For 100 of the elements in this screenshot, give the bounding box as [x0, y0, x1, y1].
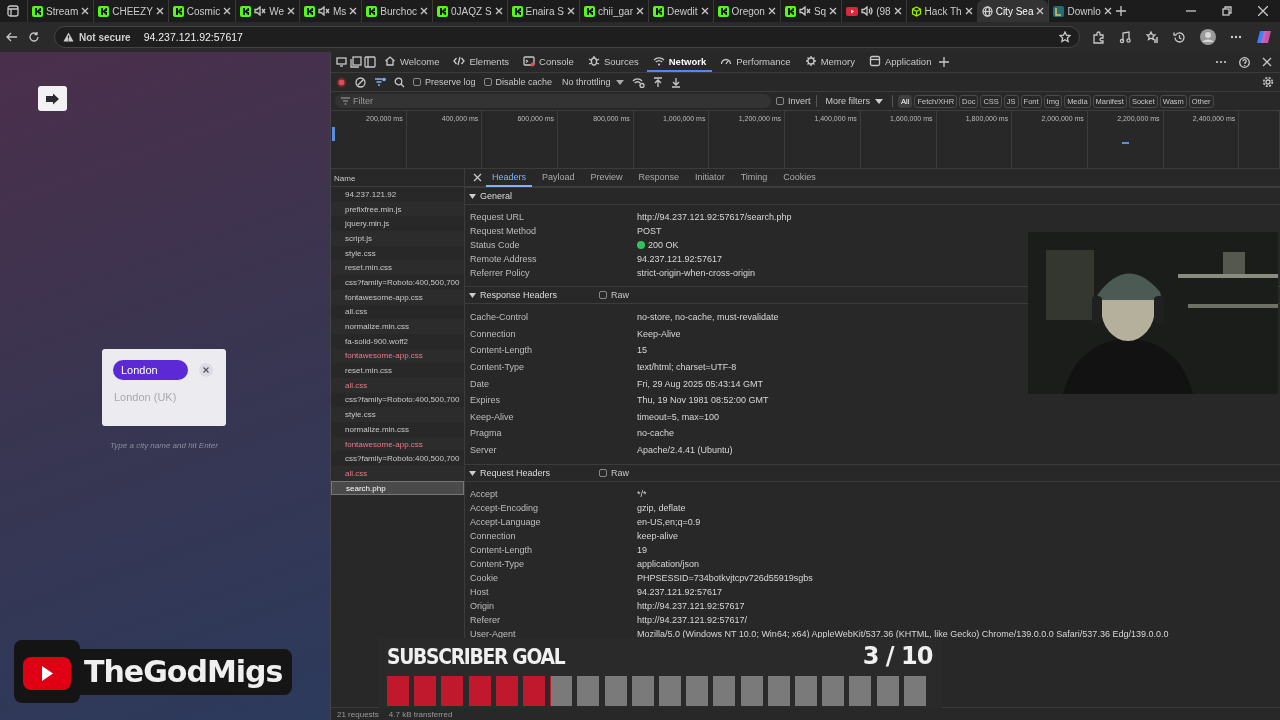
detail-tab[interactable]: Timing: [734, 168, 774, 187]
close-icon[interactable]: [700, 7, 709, 15]
tab-actions-icon[interactable]: [7, 5, 19, 17]
filter-icon[interactable]: [374, 76, 386, 88]
close-icon[interactable]: [223, 7, 232, 15]
more-icon[interactable]: [1215, 60, 1227, 64]
favorites-icon[interactable]: [1146, 30, 1159, 44]
request-row[interactable]: fontawesome-app.css: [331, 436, 464, 452]
section-title[interactable]: Response Headers: [480, 290, 595, 300]
clear-button[interactable]: [199, 363, 213, 377]
add-tab-icon[interactable]: [939, 57, 950, 67]
download-icon[interactable]: [670, 76, 681, 88]
restore-icon[interactable]: [1222, 6, 1232, 16]
detail-tab[interactable]: Payload: [536, 168, 581, 187]
settings-icon[interactable]: [1262, 76, 1274, 88]
section-header[interactable]: General: [465, 187, 1280, 205]
clear-icon[interactable]: [355, 76, 366, 88]
detail-tab[interactable]: Initiator: [689, 168, 731, 187]
column-header[interactable]: Name: [331, 170, 464, 187]
logout-button[interactable]: [38, 86, 67, 111]
more-filters-dropdown[interactable]: More filters: [821, 96, 888, 106]
star-icon[interactable]: [1059, 31, 1071, 43]
request-row[interactable]: css?family=Roboto:400,500,700: [331, 275, 464, 290]
record-icon[interactable]: [336, 76, 347, 88]
back-icon[interactable]: [6, 31, 18, 43]
devtools-tab[interactable]: Network: [646, 52, 713, 72]
devtools-tab[interactable]: Welcome: [378, 52, 446, 72]
request-row[interactable]: prefixfree.min.js: [331, 201, 464, 217]
close-icon[interactable]: [566, 7, 575, 15]
city-tag[interactable]: London: [113, 360, 188, 380]
device-icon[interactable]: [336, 56, 348, 68]
close-icon[interactable]: [829, 7, 838, 15]
detail-tab[interactable]: Preview: [584, 168, 629, 187]
close-icon[interactable]: [964, 7, 973, 15]
request-row[interactable]: reset.min.css: [331, 363, 464, 378]
checkbox-label[interactable]: Preserve log: [425, 77, 476, 87]
music-icon[interactable]: [1119, 30, 1132, 44]
close-icon[interactable]: [81, 7, 90, 15]
devtools-tab[interactable]: Application: [862, 52, 938, 72]
close-icon[interactable]: [1036, 7, 1045, 15]
request-row[interactable]: fa-solid-900.woff2: [331, 333, 464, 349]
new-tab-icon[interactable]: [1115, 6, 1126, 16]
request-row[interactable]: all.css: [331, 377, 464, 393]
checkbox[interactable]: [599, 291, 607, 299]
checkbox-label[interactable]: Invert: [788, 96, 811, 106]
request-row[interactable]: css?family=Roboto:400,500,700: [331, 392, 464, 408]
checkbox[interactable]: [776, 97, 784, 105]
devtools-tab[interactable]: Memory: [798, 52, 861, 72]
checkbox[interactable]: [483, 78, 492, 86]
more-icon[interactable]: [1230, 35, 1242, 39]
section-header[interactable]: Request Headers Raw: [465, 464, 1280, 483]
close-icon[interactable]: [349, 7, 358, 15]
request-row[interactable]: all.css: [331, 304, 464, 320]
speaker-muted-icon[interactable]: [317, 6, 330, 16]
request-row[interactable]: all.css: [331, 466, 464, 481]
sidebar-icon[interactable]: [364, 56, 376, 68]
close-icon[interactable]: [286, 7, 295, 15]
request-row[interactable]: normalize.min.css: [331, 422, 464, 437]
close-icon[interactable]: [494, 7, 503, 15]
close-icon[interactable]: [420, 7, 428, 15]
devtools-tab[interactable]: Sources: [581, 52, 645, 72]
close-icon[interactable]: [473, 173, 482, 182]
section-title[interactable]: General: [480, 191, 595, 201]
request-row[interactable]: jquery.min.js: [331, 216, 464, 232]
profile-avatar-icon[interactable]: [1200, 29, 1216, 45]
devtools-tab[interactable]: Performance: [714, 52, 797, 72]
copilot-icon[interactable]: [1256, 29, 1272, 45]
request-row[interactable]: 94.237.121.92: [331, 187, 464, 202]
puzzle-icon[interactable]: [1092, 30, 1105, 44]
close-icon[interactable]: [1258, 6, 1268, 16]
throttling-dropdown[interactable]: No throttling: [562, 77, 624, 87]
network-conditions-icon[interactable]: [631, 76, 645, 88]
close-icon[interactable]: [155, 7, 164, 15]
request-row[interactable]: fontawesome-app.css: [331, 348, 464, 364]
close-icon[interactable]: [1103, 7, 1112, 15]
checkbox[interactable]: [599, 469, 607, 478]
request-row[interactable]: fontawesome-app.css: [331, 289, 464, 305]
section-title[interactable]: Request Headers: [480, 468, 595, 479]
reload-icon[interactable]: [28, 31, 40, 43]
checkbox[interactable]: [413, 78, 421, 86]
close-icon[interactable]: [767, 7, 776, 15]
close-icon[interactable]: [635, 7, 644, 15]
search-icon[interactable]: [394, 76, 405, 88]
address-bar[interactable]: Not secure 94.237.121.92:57617: [54, 26, 1080, 48]
request-row[interactable]: css?family=Roboto:400,500,700: [331, 451, 464, 467]
help-icon[interactable]: [1239, 56, 1250, 68]
speaker-muted-icon[interactable]: [254, 6, 267, 16]
checkbox-label[interactable]: Raw: [611, 290, 629, 300]
detail-tab[interactable]: Cookies: [777, 168, 822, 187]
detail-tab[interactable]: Response: [632, 168, 686, 187]
speaker-muted-icon[interactable]: [798, 6, 811, 16]
filter-field[interactable]: Filter: [335, 94, 771, 108]
request-row[interactable]: normalize.min.css: [331, 319, 464, 334]
speaker-icon[interactable]: [861, 6, 874, 16]
browser-tab[interactable]: City Sea: [976, 0, 1049, 22]
detail-tab[interactable]: Headers: [486, 168, 533, 187]
close-icon[interactable]: [893, 7, 902, 15]
close-icon[interactable]: [1262, 57, 1272, 67]
request-row[interactable]: style.css: [331, 245, 464, 261]
devtools-tab[interactable]: Elements: [447, 52, 516, 72]
